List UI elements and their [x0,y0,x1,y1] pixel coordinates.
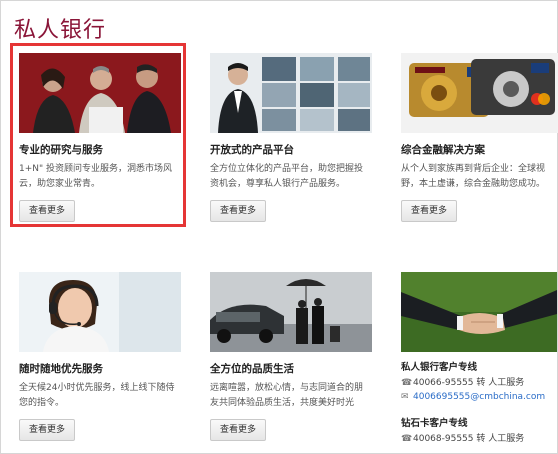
card-title: 随时随地优先服务 [19,363,103,375]
card-title: 综合金融解决方案 [401,144,485,156]
phone-icon: ☎ [401,378,413,388]
pb-email-link[interactable]: 4006695555@cmbchina.com [413,392,545,402]
selection-highlight-frame [10,43,186,227]
card-image-airport-couple[interactable] [210,272,372,352]
view-more-button[interactable]: 查看更多 [401,200,457,222]
diamond-hotline-title: 钻石卡客户专线 [401,418,468,429]
card-financial-solutions: 综合金融解决方案 从个人到家族再到背后企业：全球视野，本土虚谦，综合金融助您成功… [401,53,558,222]
card-product-platform: 开放式的产品平台 全方位立体化的产品平台，助您把握投资机会，尊享私人银行产品服务… [210,53,380,222]
pb-email-row: ✉ 4006695555@cmbchina.com [401,390,556,404]
diamond-phone-row: ☎40068-95555 转 人工服务 [401,432,556,446]
view-more-button[interactable]: 查看更多 [210,419,266,441]
contact-info: 私人银行客户专线 ☎40066-95555 转 人工服务 ✉ 4006695555… [401,359,556,446]
card-description: 从个人到家族再到背后企业：全球视野，本土虚谦，综合金融助您成功。 [401,164,546,189]
card-image-handshake [401,272,557,352]
diamond-phone: 40068-95555 转 人工服务 [413,434,525,444]
card-image-support-agent[interactable] [19,272,181,352]
mail-icon: ✉ [401,392,409,402]
card-description: 全方位立体化的产品平台，助您把握投资机会，尊享私人银行产品服务。 [210,164,364,189]
card-priority-service: 随时随地优先服务 全天候24小时优先服务，线上线下随侍您的指令。 查看更多 [19,272,189,441]
private-banking-section: 私人银行 专业的研究与服务 1+N" 投资顾问专业服务，洞悉市场风云，助您家业常… [0,0,558,454]
card-contact [401,272,558,352]
card-image-bank-cards[interactable] [401,53,558,133]
card-title: 全方位的品质生活 [210,363,294,375]
view-more-button[interactable]: 查看更多 [210,200,266,222]
pb-phone: 40066-95555 转 人工服务 [413,378,525,388]
card-description: 远离喧嚣，放松心情，与志同道合的朋友共同体验品质生活，共度美好时光 [210,383,364,408]
card-image-screens[interactable] [210,53,372,133]
pb-phone-row: ☎40066-95555 转 人工服务 [401,376,556,390]
pb-hotline-title: 私人银行客户专线 [401,362,478,373]
page-title: 私人银行 [14,18,107,43]
phone-icon: ☎ [401,434,413,444]
card-quality-life: 全方位的品质生活 远离喧嚣，放松心情，与志同道合的朋友共同体验品质生活，共度美好… [210,272,380,441]
card-title: 开放式的产品平台 [210,144,294,156]
card-description: 全天候24小时优先服务，线上线下随侍您的指令。 [19,383,175,408]
view-more-button[interactable]: 查看更多 [19,419,75,441]
